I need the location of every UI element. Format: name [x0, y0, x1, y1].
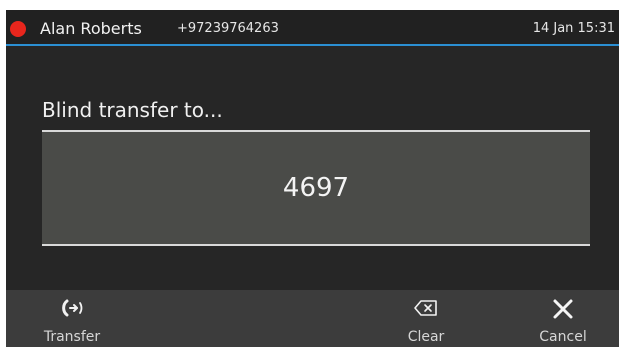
- entered-number: 4697: [282, 173, 350, 203]
- close-icon: [553, 299, 573, 319]
- call-status-indicator: [10, 21, 26, 37]
- clear-button[interactable]: Clear: [384, 290, 468, 347]
- transfer-call-icon: [62, 299, 83, 317]
- softkey-bar: Transfer Clear Cancel: [6, 290, 619, 347]
- transfer-number-input[interactable]: 4697: [42, 130, 590, 246]
- transfer-label: Transfer: [43, 329, 101, 345]
- date-time: 14 Jan 15:31: [532, 21, 615, 36]
- cancel-button[interactable]: Cancel: [518, 290, 608, 347]
- clear-label: Clear: [407, 329, 445, 345]
- backspace-icon: [414, 300, 437, 316]
- cancel-label: Cancel: [539, 329, 587, 345]
- caller-name: Alan Roberts: [40, 19, 142, 38]
- transfer-button[interactable]: Transfer: [30, 290, 114, 347]
- caller-number: +97239764263: [177, 21, 279, 36]
- dialog-prompt: Blind transfer to...: [42, 98, 223, 122]
- phone-screen: Alan Roberts +97239764263 14 Jan 15:31 B…: [6, 10, 619, 347]
- status-bar: Alan Roberts +97239764263 14 Jan 15:31: [6, 10, 619, 46]
